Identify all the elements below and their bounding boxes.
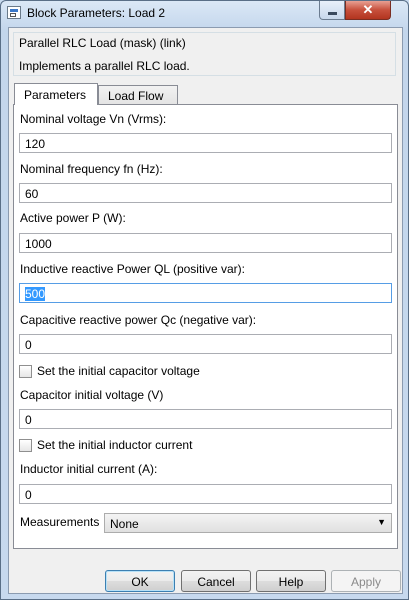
- tab-parameters[interactable]: Parameters: [14, 83, 98, 105]
- button-label: Apply: [350, 575, 382, 589]
- checkbox-label: Set the initial capacitor voltage: [37, 364, 200, 378]
- inductive-power-input[interactable]: 500: [19, 283, 392, 303]
- mask-title: Parallel RLC Load (mask) (link): [19, 36, 186, 50]
- nominal-voltage-input[interactable]: 120: [19, 133, 392, 153]
- nominal-frequency-label: Nominal frequency fn (Hz):: [20, 162, 163, 176]
- ind-initial-current-label: Inductor initial current (A):: [20, 462, 158, 476]
- field-value: 0: [25, 413, 32, 427]
- parameters-panel: Nominal voltage Vn (Vrms): 120 Nominal f…: [13, 104, 398, 549]
- minimize-button[interactable]: [319, 1, 345, 20]
- ok-button[interactable]: OK: [105, 570, 175, 592]
- help-button[interactable]: Help: [256, 570, 326, 592]
- window-title: Block Parameters: Load 2: [27, 6, 166, 20]
- checkbox-label: Set the initial inductor current: [37, 438, 193, 452]
- ind-initial-current-checkbox-row[interactable]: Set the initial inductor current: [19, 438, 192, 452]
- cap-initial-voltage-label: Capacitor initial voltage (V): [20, 388, 164, 402]
- dialog-window: Block Parameters: Load 2 ✕ Parallel RLC …: [0, 0, 409, 600]
- close-icon: ✕: [362, 2, 374, 17]
- active-power-label: Active power P (W):: [20, 211, 126, 225]
- field-value: 0: [25, 488, 32, 502]
- cap-initial-voltage-checkbox-row[interactable]: Set the initial capacitor voltage: [19, 364, 200, 378]
- close-button[interactable]: ✕: [345, 1, 391, 20]
- apply-button[interactable]: Apply: [331, 570, 401, 592]
- tab-load-flow[interactable]: Load Flow: [98, 85, 178, 105]
- ind-initial-current-input[interactable]: 0: [19, 484, 392, 504]
- inductive-power-label: Inductive reactive Power QL (positive va…: [20, 262, 245, 276]
- mask-description: Implements a parallel RLC load.: [19, 59, 190, 73]
- dropdown-value: None: [110, 517, 139, 531]
- field-value: 1000: [25, 237, 52, 251]
- simulink-app-icon: [7, 6, 21, 19]
- button-label: Cancel: [197, 575, 235, 589]
- dialog-client-area: Parallel RLC Load (mask) (link) Implemen…: [8, 27, 403, 594]
- field-value: 120: [25, 137, 46, 151]
- cap-initial-voltage-checkbox[interactable]: [19, 364, 32, 378]
- button-label: OK: [131, 575, 149, 589]
- capacitive-power-label: Capacitive reactive power Qc (negative v…: [20, 313, 257, 327]
- description-group: Parallel RLC Load (mask) (link) Implemen…: [13, 32, 396, 76]
- measurements-label: Measurements: [20, 515, 100, 529]
- capacitive-power-input[interactable]: 0: [19, 334, 392, 354]
- measurements-dropdown[interactable]: None ▼: [104, 513, 392, 533]
- field-value-selected: 500: [25, 287, 46, 301]
- minimize-icon: [327, 11, 337, 15]
- title-bar[interactable]: Block Parameters: Load 2 ✕: [1, 1, 408, 25]
- cancel-button[interactable]: Cancel: [181, 570, 251, 592]
- cap-initial-voltage-input[interactable]: 0: [19, 409, 392, 429]
- field-value: 60: [25, 187, 39, 201]
- chevron-down-icon: ▼: [377, 517, 386, 527]
- field-value: 0: [25, 338, 32, 352]
- ind-initial-current-checkbox[interactable]: [19, 438, 32, 452]
- active-power-input[interactable]: 1000: [19, 233, 392, 253]
- button-label: Help: [278, 575, 304, 589]
- nominal-voltage-label: Nominal voltage Vn (Vrms):: [20, 112, 167, 126]
- tab-label: Load Flow: [108, 89, 164, 103]
- tab-label: Parameters: [24, 88, 87, 102]
- nominal-frequency-input[interactable]: 60: [19, 183, 392, 203]
